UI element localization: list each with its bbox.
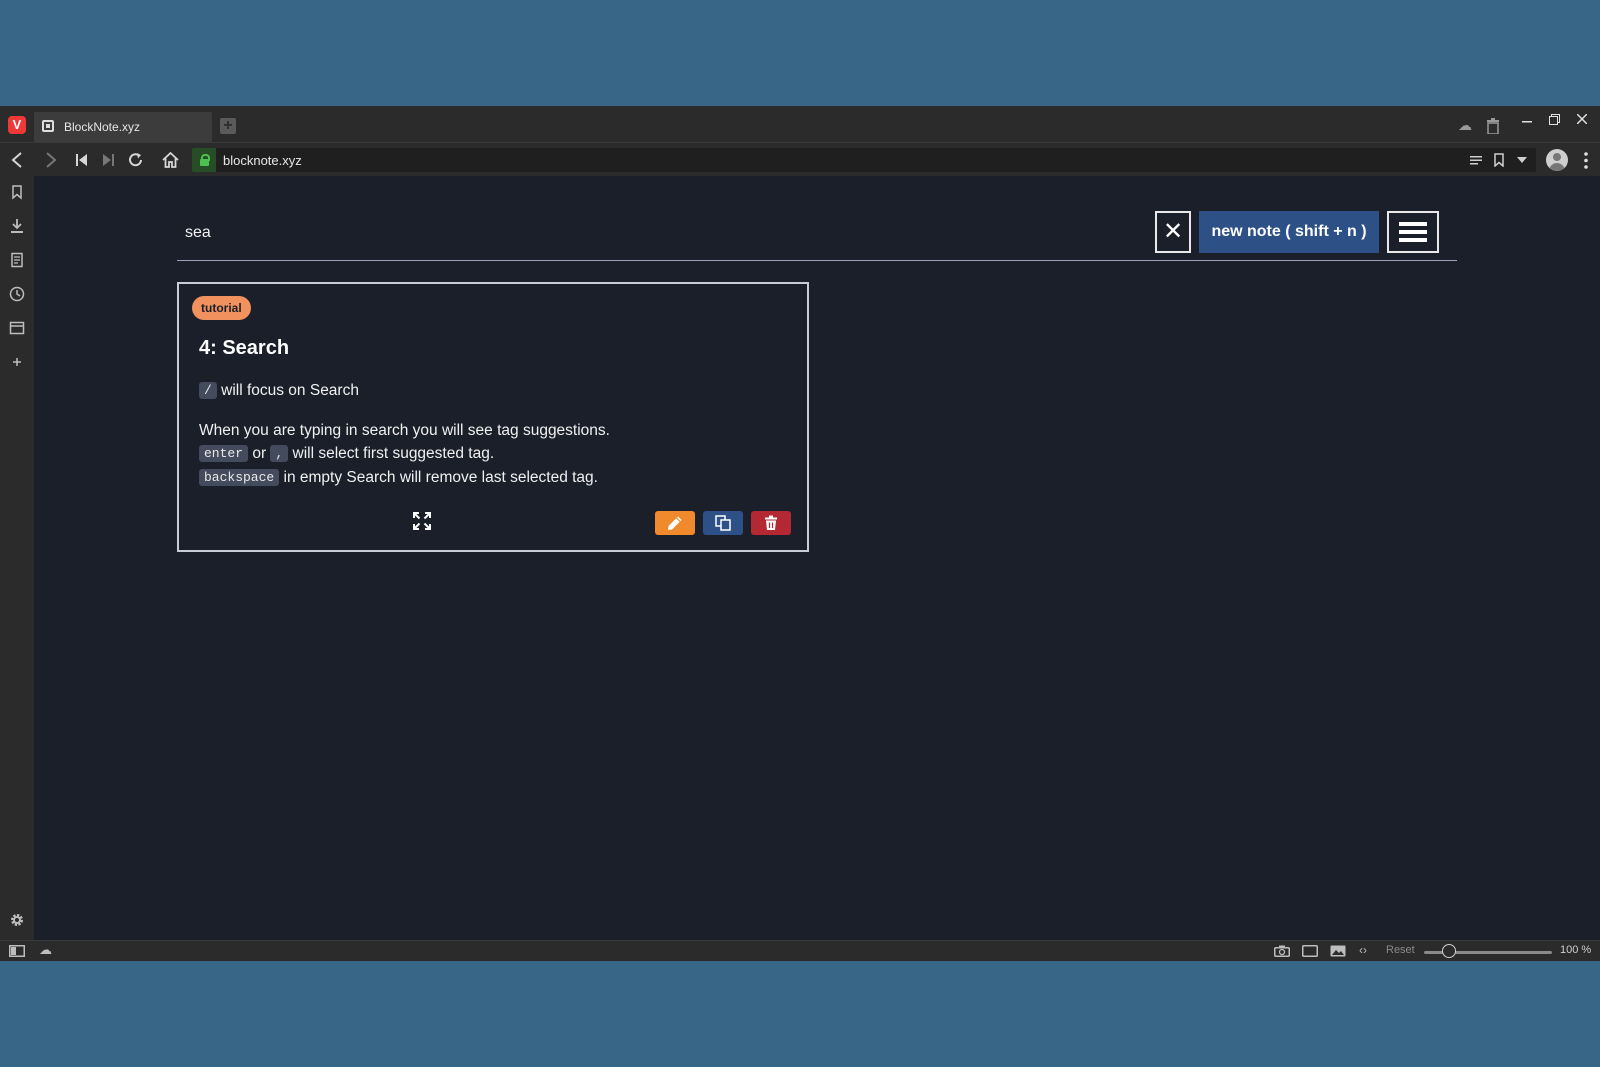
- note-text: will select first suggested tag.: [288, 445, 495, 462]
- forward-icon[interactable]: [44, 152, 58, 168]
- pencil-icon: [668, 516, 682, 530]
- kbd-backspace: backspace: [199, 469, 280, 487]
- lock-icon[interactable]: [192, 148, 216, 172]
- restore-icon[interactable]: [1549, 114, 1560, 125]
- browser-window: V BlockNote.xyz + ☁ blocknote.xyz sea ✕ …: [0, 106, 1600, 961]
- edit-note-button[interactable]: [655, 511, 695, 535]
- favicon-icon: [42, 120, 54, 132]
- camera-icon[interactable]: [1274, 945, 1290, 957]
- bookmark-icon[interactable]: [1494, 153, 1504, 167]
- kbd-slash: /: [199, 382, 217, 400]
- bookmarks-panel-icon[interactable]: [9, 184, 25, 200]
- note-line-3: enter or , will select first suggested t…: [199, 445, 494, 463]
- history-panel-icon[interactable]: [9, 286, 25, 302]
- more-menu-icon[interactable]: [1584, 152, 1588, 169]
- image-icon[interactable]: [1330, 945, 1346, 957]
- hamburger-line: [1399, 222, 1427, 226]
- kbd-enter: enter: [199, 445, 249, 463]
- zoom-slider-handle[interactable]: [1442, 944, 1456, 958]
- tag-badge[interactable]: tutorial: [192, 296, 251, 320]
- search-toolbar: ✕ new note ( shift + n ): [177, 210, 1457, 261]
- duplicate-note-button[interactable]: [703, 511, 743, 535]
- tab-blocknote[interactable]: BlockNote.xyz: [34, 112, 212, 142]
- side-panel: [0, 176, 34, 940]
- chevron-down-icon[interactable]: [1517, 157, 1527, 163]
- sync-cloud-icon[interactable]: ☁: [39, 942, 52, 958]
- notes-panel-icon[interactable]: [9, 252, 25, 268]
- home-icon[interactable]: [162, 152, 179, 168]
- note-title: 4: Search: [199, 337, 290, 359]
- new-note-button[interactable]: new note ( shift + n ): [1199, 211, 1379, 253]
- code-icon[interactable]: ‹›: [1359, 943, 1367, 957]
- search-input[interactable]: [177, 216, 1147, 250]
- note-text: or: [248, 445, 271, 462]
- note-line-1: / will focus on Search: [199, 382, 359, 400]
- status-bar: ☁ ‹› Reset 100 %: [0, 940, 1600, 961]
- title-bar: V BlockNote.xyz + ☁: [0, 106, 1600, 142]
- downloads-panel-icon[interactable]: [9, 218, 25, 234]
- address-bar-row: blocknote.xyz: [0, 142, 1600, 177]
- delete-note-button[interactable]: [751, 511, 791, 535]
- reader-view-icon[interactable]: [1470, 155, 1482, 165]
- vivaldi-logo-icon[interactable]: V: [8, 116, 26, 134]
- back-icon[interactable]: [10, 152, 24, 168]
- tab-title: BlockNote.xyz: [64, 120, 141, 134]
- hamburger-line: [1399, 238, 1427, 242]
- hamburger-line: [1399, 230, 1427, 234]
- kbd-comma: ,: [270, 445, 289, 463]
- note-line-4: backspace in empty Search will remove la…: [199, 469, 598, 487]
- fast-forward-icon[interactable]: [102, 154, 114, 166]
- note-text: in empty Search will remove last selecte…: [279, 469, 598, 486]
- clear-search-button[interactable]: ✕: [1155, 211, 1191, 253]
- url-field[interactable]: blocknote.xyz: [192, 148, 1536, 172]
- note-line-2: When you are typing in search you will s…: [199, 422, 610, 439]
- hamburger-menu-button[interactable]: [1387, 211, 1439, 253]
- settings-gear-icon[interactable]: [9, 912, 25, 928]
- copy-icon: [715, 515, 731, 531]
- note-text: will focus on Search: [216, 382, 359, 399]
- profile-avatar-icon[interactable]: [1546, 149, 1568, 171]
- close-window-icon[interactable]: [1577, 114, 1587, 124]
- tiling-icon[interactable]: [1302, 945, 1318, 957]
- sync-cloud-icon[interactable]: ☁: [1458, 117, 1472, 134]
- add-panel-icon[interactable]: [9, 354, 25, 370]
- expand-icon[interactable]: [413, 512, 431, 530]
- new-tab-button[interactable]: +: [220, 118, 236, 134]
- window-panel-icon[interactable]: [9, 320, 25, 336]
- url-text: blocknote.xyz: [223, 153, 302, 168]
- trash-icon: [765, 515, 777, 530]
- reload-icon[interactable]: [128, 152, 144, 168]
- toggle-panel-icon[interactable]: [9, 945, 25, 957]
- blocknote-page: ✕ new note ( shift + n ) tutorial 4: Sea…: [34, 176, 1600, 940]
- trash-icon[interactable]: [1486, 118, 1500, 134]
- zoom-reset-button[interactable]: Reset: [1386, 944, 1415, 956]
- note-card[interactable]: tutorial 4: Search / will focus on Searc…: [177, 282, 809, 552]
- rewind-icon[interactable]: [76, 154, 88, 166]
- zoom-level: 100 %: [1560, 944, 1592, 956]
- minimize-icon[interactable]: [1522, 120, 1532, 124]
